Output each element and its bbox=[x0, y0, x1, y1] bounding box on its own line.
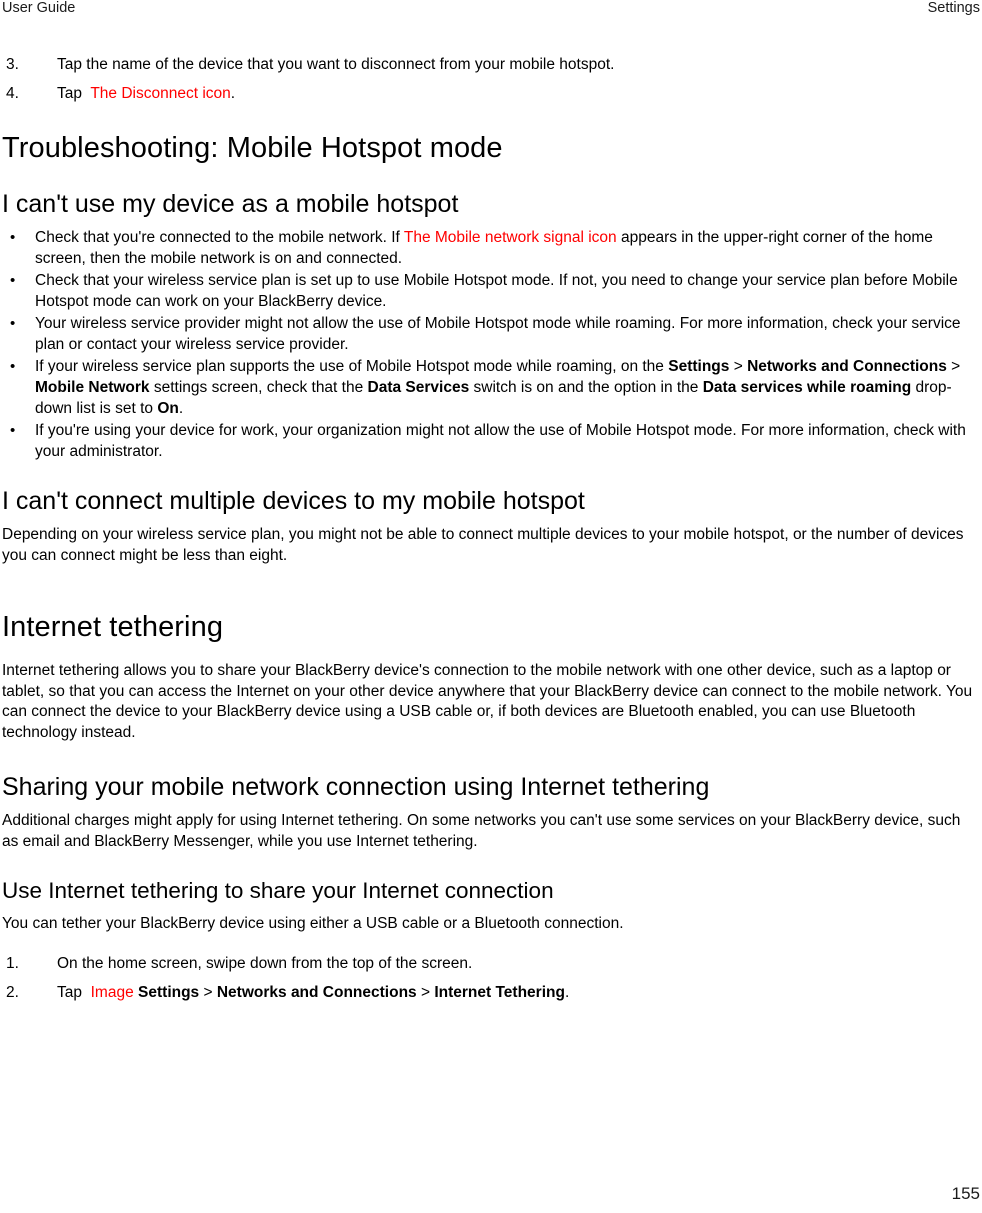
inline-text: settings screen, check that the bbox=[149, 379, 368, 396]
header-left-title: User Guide bbox=[2, 0, 76, 16]
list-item: • Check that your wireless service plan i… bbox=[2, 270, 980, 312]
heading-use-internet-tethering: Use Internet tethering to share your Int… bbox=[2, 878, 554, 903]
inline-icon-link[interactable]: The Mobile network signal icon bbox=[404, 229, 617, 246]
step-text-trail: Settings > Networks and Connections > In… bbox=[138, 984, 569, 1001]
heading-cannot-connect-multiple: I can't connect multiple devices to my m… bbox=[2, 487, 585, 515]
bullet-marker-icon: • bbox=[10, 358, 16, 375]
step-number: 1. bbox=[6, 954, 19, 972]
inline-text: If your wireless service plan supports t… bbox=[35, 358, 669, 375]
list-item: • If your wireless service plan supports … bbox=[2, 356, 980, 419]
inline-text: > bbox=[729, 358, 748, 375]
ui-path-segment: Settings bbox=[138, 983, 200, 1001]
step-text-suffix: . bbox=[230, 85, 236, 102]
inline-text: Check that your wireless service plan is… bbox=[35, 272, 958, 310]
image-placeholder-link[interactable]: Image bbox=[91, 984, 134, 1001]
ui-path-segment: Networks and Connections bbox=[216, 983, 417, 1001]
bullet-list-cannot-use: • Check that you're connected to the mobi… bbox=[2, 227, 980, 462]
list-item: • Check that you're connected to the mobi… bbox=[2, 227, 980, 269]
steps-use-internet-tethering: 1. On the home screen, swipe down from th… bbox=[2, 954, 980, 1003]
steps-disconnect-device: 3. Tap the name of the device that you wa… bbox=[2, 55, 980, 104]
bullet-marker-icon: • bbox=[10, 315, 16, 332]
step-number: 2. bbox=[6, 983, 19, 1001]
ui-path-segment: Data Services bbox=[367, 379, 470, 396]
ui-path-segment: Networks and Connections bbox=[747, 358, 947, 375]
heading-internet-tethering: Internet tethering bbox=[2, 611, 224, 643]
paragraph-internet-tethering: Internet tethering allows you to share y… bbox=[2, 662, 973, 741]
inline-text: Your wireless service provider might not… bbox=[35, 315, 961, 353]
inline-text: If you're using your device for work, yo… bbox=[35, 422, 966, 460]
step-number: 4. bbox=[6, 85, 19, 102]
inline-text: switch is on and the option in the bbox=[469, 379, 703, 396]
running-header: User Guide Settings bbox=[0, 0, 982, 22]
page-number: 155 bbox=[951, 1184, 980, 1203]
page-content: 3. Tap the name of the device that you wa… bbox=[2, 55, 980, 1012]
step-text: On the home screen, swipe down from the … bbox=[57, 954, 473, 972]
heading-sharing-connection: Sharing your mobile network connection u… bbox=[2, 773, 710, 801]
list-item: 1. On the home screen, swipe down from th… bbox=[2, 954, 980, 974]
list-item: 3. Tap the name of the device that you wa… bbox=[2, 55, 980, 75]
paragraph-sharing: Additional charges might apply for using… bbox=[2, 812, 961, 850]
header-right-title: Settings bbox=[927, 0, 980, 16]
inline-text: > bbox=[416, 983, 435, 1001]
inline-text: Check that you're connected to the mobil… bbox=[35, 229, 404, 246]
bullet-marker-icon: • bbox=[10, 272, 16, 289]
ui-path-segment: Data services while roaming bbox=[702, 379, 912, 396]
inline-text: . bbox=[178, 400, 184, 417]
inline-text: > bbox=[946, 358, 961, 375]
bullet-marker-icon: • bbox=[10, 229, 16, 246]
step-text-prefix: Tap bbox=[57, 983, 82, 1001]
step-text-prefix: Tap bbox=[57, 85, 82, 102]
paragraph-use-tethering: You can tether your BlackBerry device us… bbox=[2, 915, 624, 932]
bullet-marker-icon: • bbox=[10, 422, 16, 439]
paragraph-multiple-devices: Depending on your wireless service plan,… bbox=[2, 526, 964, 564]
ui-path-segment: Settings bbox=[668, 358, 730, 375]
ui-path-segment: Mobile Network bbox=[35, 379, 150, 396]
list-item: 4. Tap The Disconnect icon. bbox=[2, 84, 980, 104]
disconnect-icon-link[interactable]: The Disconnect icon bbox=[90, 85, 230, 102]
list-item: • Your wireless service provider might no… bbox=[2, 313, 980, 355]
heading-troubleshooting-mobile-hotspot: Troubleshooting: Mobile Hotspot mode bbox=[2, 132, 503, 164]
list-item: • If you're using your device for work, y… bbox=[2, 420, 980, 462]
document-page: User Guide Settings 3. Tap the name of th… bbox=[0, 0, 982, 1213]
step-text: Tap the name of the device that you want… bbox=[57, 56, 615, 73]
step-number: 3. bbox=[6, 56, 19, 73]
ui-path-segment: Internet Tethering bbox=[434, 983, 565, 1001]
heading-cannot-use-device: I can't use my device as a mobile hotspo… bbox=[2, 190, 459, 218]
ui-path-segment: On bbox=[157, 400, 179, 417]
list-item: 2. Tap Image Settings > Networks and Conn… bbox=[2, 983, 980, 1003]
inline-text: . bbox=[564, 983, 570, 1001]
inline-text: > bbox=[199, 983, 217, 1001]
